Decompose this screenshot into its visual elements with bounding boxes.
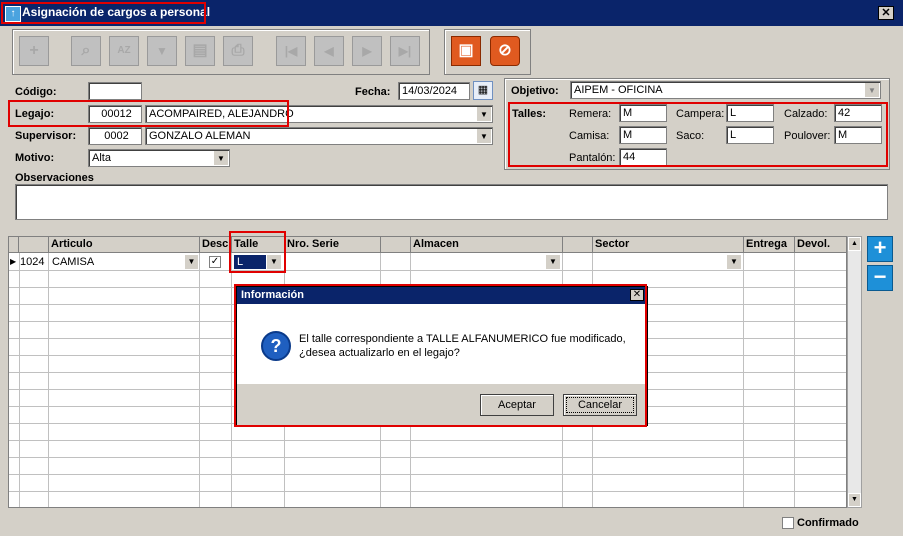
row-articulo[interactable]: CAMISA xyxy=(52,254,198,270)
chevron-down-icon[interactable]: ▼ xyxy=(213,151,228,165)
add-icon[interactable]: + xyxy=(19,36,49,66)
report-icon[interactable]: ▤ xyxy=(185,36,215,66)
fecha-label: Fecha: xyxy=(355,86,391,98)
grid-line xyxy=(9,474,846,475)
prev-icon[interactable]: ◀ xyxy=(314,36,344,66)
grid-line xyxy=(9,270,846,271)
col-desc[interactable]: Desc. xyxy=(200,237,232,253)
grid-line xyxy=(9,457,846,458)
confirmado-checkbox[interactable] xyxy=(782,517,794,529)
grid-line xyxy=(794,253,795,507)
objetivo-label: Objetivo: xyxy=(511,85,559,97)
motivo-select[interactable]: Alta ▼ xyxy=(88,149,230,167)
grid-line xyxy=(9,440,846,441)
col-devol[interactable]: Devol. xyxy=(795,237,846,253)
motivo-label: Motivo: xyxy=(15,152,55,164)
col-almacen[interactable]: Almacen xyxy=(411,237,563,253)
add-row-icon[interactable]: + xyxy=(867,236,893,262)
col-sector[interactable]: Sector xyxy=(593,237,744,253)
talle-highlight xyxy=(229,231,286,273)
chevron-down-icon[interactable]: ▼ xyxy=(476,107,491,121)
col-nro-serie[interactable]: Nro. Serie xyxy=(285,237,381,253)
supervisor-name-value: GONZALO ALEMAN xyxy=(149,130,251,142)
scroll-down-icon[interactable]: ▼ xyxy=(848,493,861,507)
grid-line xyxy=(9,491,846,492)
first-icon[interactable]: |◀ xyxy=(276,36,306,66)
sort-icon[interactable]: AZ xyxy=(109,36,139,66)
fecha-field[interactable]: 14/03/2024 xyxy=(398,82,470,100)
col-articulo[interactable]: Articulo xyxy=(49,237,200,253)
save-icon[interactable]: ▣ xyxy=(451,36,481,66)
grid-line xyxy=(48,253,49,507)
objetivo-select[interactable]: AIPEM - OFICINA ▼ xyxy=(570,81,881,99)
observaciones-field[interactable] xyxy=(15,184,888,220)
talles-highlight xyxy=(508,102,888,167)
last-icon[interactable]: ▶| xyxy=(390,36,420,66)
row-articulo-value: CAMISA xyxy=(52,256,95,268)
grid-line xyxy=(199,253,200,507)
motivo-value: Alta xyxy=(92,152,111,164)
row-code[interactable]: 1024 xyxy=(20,254,44,270)
next-icon[interactable]: ▶ xyxy=(352,36,382,66)
col-blank-1 xyxy=(381,237,411,253)
close-button[interactable]: ✕ xyxy=(878,6,894,20)
print-icon[interactable]: ⎙ xyxy=(223,36,253,66)
chevron-down-icon[interactable]: ▼ xyxy=(864,83,879,97)
grid-scrollbar[interactable]: ▲ ▼ xyxy=(847,236,862,508)
current-row-icon: ▶ xyxy=(10,257,17,266)
calendar-icon[interactable]: ▦ xyxy=(473,81,493,100)
grid-line xyxy=(19,253,20,507)
observaciones-label: Observaciones xyxy=(15,172,94,184)
supervisor-label: Supervisor: xyxy=(15,130,77,142)
col-blank-2 xyxy=(563,237,593,253)
codigo-label: Código: xyxy=(15,86,57,98)
row-desc-checkbox[interactable]: ✓ xyxy=(209,256,221,268)
dialog-highlight xyxy=(234,284,647,427)
grid-line xyxy=(231,253,232,507)
legajo-highlight xyxy=(8,100,289,127)
title-highlight xyxy=(1,2,206,24)
chevron-down-icon[interactable]: ▼ xyxy=(476,129,491,143)
remove-row-icon[interactable]: − xyxy=(867,265,893,291)
chevron-down-icon[interactable]: ▼ xyxy=(727,255,741,269)
cancel-icon[interactable]: ⊘ xyxy=(490,36,520,66)
objetivo-value: AIPEM - OFICINA xyxy=(574,84,663,96)
supervisor-name-select[interactable]: GONZALO ALEMAN ▼ xyxy=(145,127,493,145)
supervisor-code-field[interactable]: 0002 xyxy=(88,127,142,145)
col-entrega[interactable]: Entrega xyxy=(744,237,795,253)
search-icon[interactable]: ⌕ xyxy=(71,36,101,66)
grid-line xyxy=(743,253,744,507)
filter-icon[interactable]: ▼ xyxy=(147,36,177,66)
chevron-down-icon[interactable]: ▼ xyxy=(546,255,560,269)
code-header xyxy=(19,237,49,253)
scroll-up-icon[interactable]: ▲ xyxy=(848,237,861,251)
codigo-field[interactable] xyxy=(88,82,142,100)
row-indicator-header xyxy=(9,237,19,253)
chevron-down-icon[interactable]: ▼ xyxy=(185,255,198,269)
confirmado-label: Confirmado xyxy=(797,517,859,529)
